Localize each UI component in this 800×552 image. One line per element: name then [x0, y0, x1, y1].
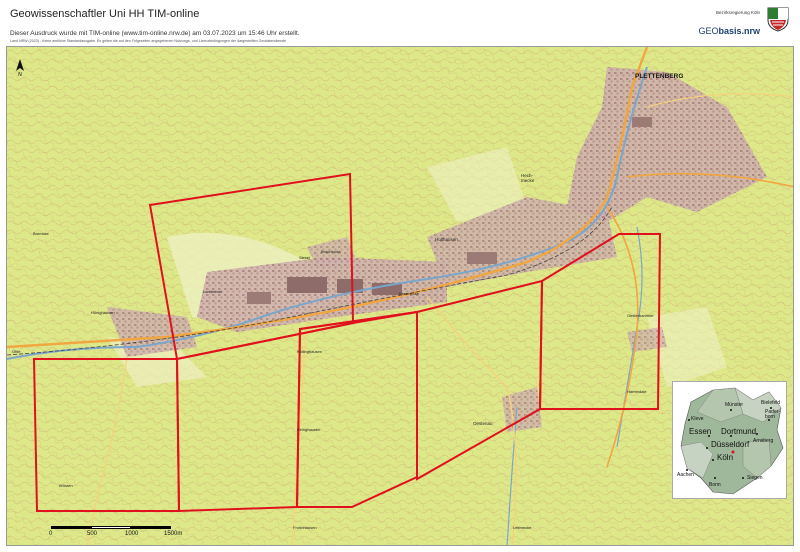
label-hamerdale: Hamerdale — [627, 389, 647, 394]
label-lettmecke: Lettmecke — [513, 525, 532, 530]
label-siesel: Siesel — [299, 255, 310, 260]
inset-city-dusseldorf: Düsseldorf — [711, 440, 750, 449]
inset-locator-map: Kleve Münster Bielefeld Pader- born Esse… — [672, 381, 787, 499]
inset-city-bonn: Bonn — [709, 482, 721, 488]
label-ohle: Ohle — [12, 349, 21, 354]
inset-city-munster: Münster — [725, 402, 744, 408]
inset-city-arnsberg: Arnsberg — [753, 438, 774, 444]
inset-city-kleve: Kleve — [691, 416, 704, 422]
geobasis-logo: Bezirksregierung Köln GEObasis.nrw — [670, 6, 790, 44]
print-note: Dieser Ausdruck wurde mit TIM-online (ww… — [10, 30, 300, 37]
brand-wordmark: GEObasis.nrw — [698, 26, 760, 36]
print-page: Geowissenschaftler Uni HH TIM-online Die… — [0, 0, 800, 552]
inset-city-aachen: Aachen — [677, 472, 694, 478]
scale-tick-1500: 1500m — [164, 531, 183, 537]
inset-city-bielefeld: Bielefeld — [761, 400, 781, 406]
label-kersmecke: Kersmecke — [399, 291, 420, 296]
label-oestenau: Oestenau — [473, 421, 493, 426]
svg-text:N: N — [18, 72, 22, 77]
inset-city-essen: Essen — [689, 427, 712, 436]
scale-tick-1000: 1000 — [125, 531, 139, 537]
brand-suffix: basis.nrw — [718, 26, 760, 36]
inset-city-dortmund: Dortmund — [721, 427, 757, 436]
inset-city-paderborn: Pader- born — [765, 409, 781, 420]
label-brachtroda: Brachtroda — [321, 249, 341, 254]
label-hunighausen: Hünighausen — [91, 310, 115, 315]
label-eiringhausen: Eiringhausen — [297, 427, 321, 432]
inset-city-siegen: Siegen — [747, 475, 763, 481]
print-header: Geowissenschaftler Uni HH TIM-online Die… — [6, 4, 794, 44]
label-bremcke: Bremcke — [33, 231, 49, 236]
label-plettenberg: PLETTENBERG — [635, 73, 684, 80]
scale-tick-500: 500 — [87, 531, 98, 537]
scale-tick-0: 0 — [49, 531, 53, 537]
label-holthausen: Holthausen — [435, 237, 458, 242]
label-landeman: Landeman — [203, 289, 222, 294]
label-frohnhausen: Frohnhausen — [293, 525, 317, 530]
scale-bar: 0 500 1000 1500m — [49, 526, 182, 542]
label-wusten: Wüsten — [59, 483, 73, 488]
brand-prefix: GEO — [698, 26, 719, 36]
map-title: Geowissenschaftler Uni HH TIM-online — [10, 8, 200, 20]
agency-name: Bezirksregierung Köln — [715, 10, 760, 15]
label-oesterhammer: Oesterhammer — [627, 313, 654, 318]
license-note: Land NRW (2023) - Keine amtliche Standar… — [10, 39, 287, 43]
label-kollinghausen: Köllinghausen — [297, 349, 323, 354]
inset-city-koln: Köln — [717, 453, 734, 462]
north-arrow-icon: N — [16, 59, 24, 77]
label-hechmecke: Hech- mecke — [521, 173, 535, 183]
nrw-coat-of-arms-icon — [767, 7, 789, 32]
